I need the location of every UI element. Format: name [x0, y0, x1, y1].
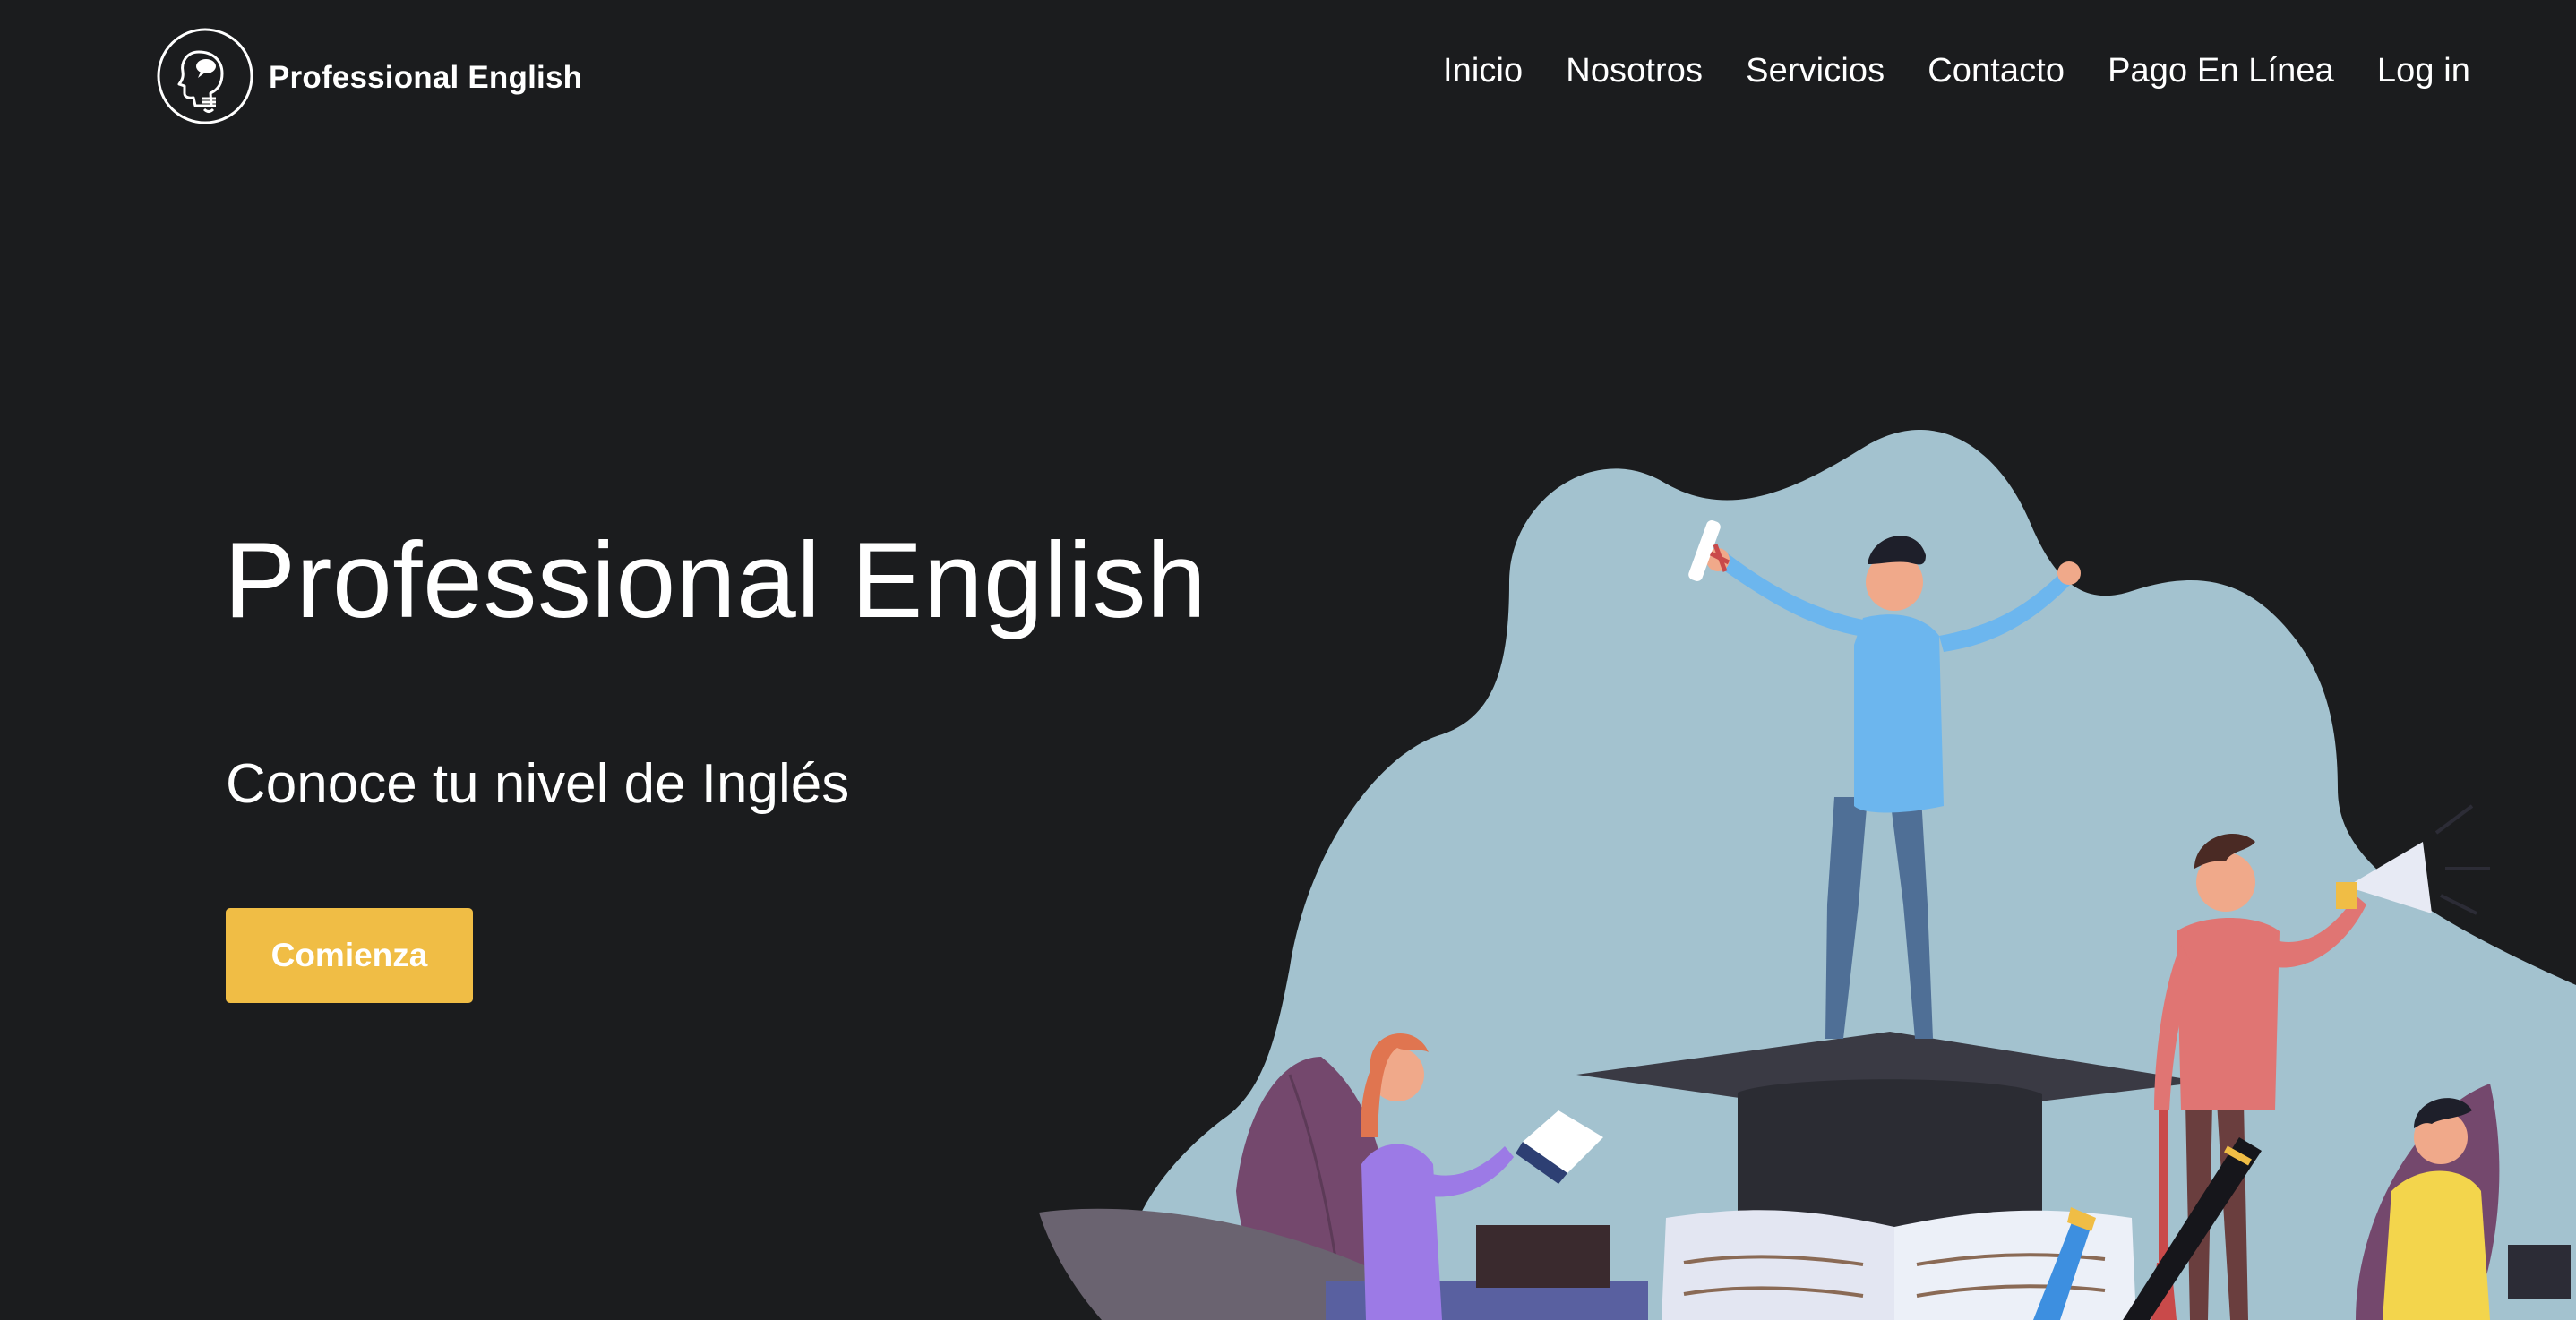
nav-link-log-in[interactable]: Log in [2377, 52, 2470, 90]
navbar: Professional English Inicio Nosotros Ser… [0, 0, 2576, 152]
nav-link-contacto[interactable]: Contacto [1928, 52, 2065, 90]
hero-subtitle: Conoce tu nivel de Inglés [226, 753, 850, 815]
comienza-button[interactable]: Comienza [226, 908, 473, 1003]
nav-link-nosotros[interactable]: Nosotros [1566, 52, 1703, 90]
nav-link-pago-en-linea[interactable]: Pago En Línea [2108, 52, 2334, 90]
nav-link-inicio[interactable]: Inicio [1443, 52, 1523, 90]
nav-link-servicios[interactable]: Servicios [1746, 52, 1885, 90]
graduation-students-illustration [1039, 430, 2576, 1320]
brand-name: Professional English [269, 60, 583, 95]
cap-base [1738, 1079, 2042, 1231]
brand-link[interactable]: Professional English [156, 27, 582, 125]
head-speech-bubble-logo-icon [157, 28, 253, 124]
main-navigation: Inicio Nosotros Servicios Contacto Pago … [1443, 52, 2470, 90]
